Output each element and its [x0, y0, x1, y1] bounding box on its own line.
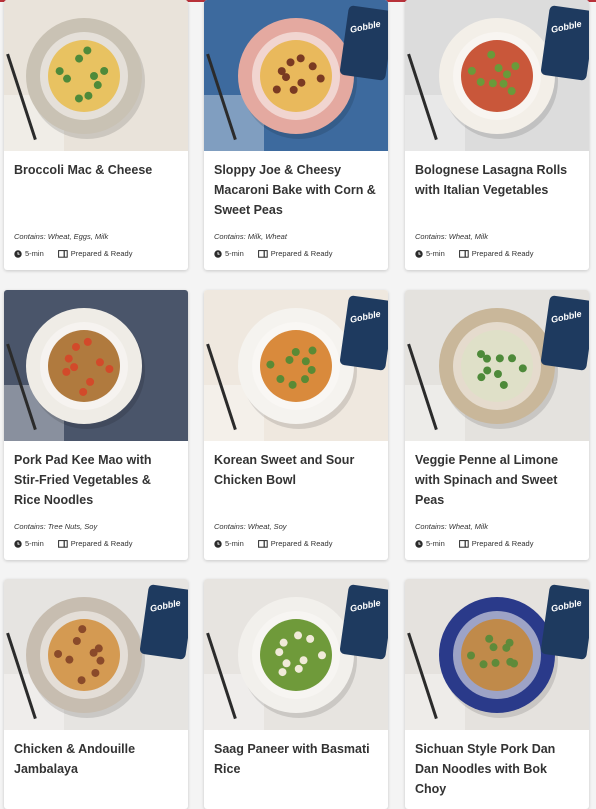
clock-icon [214, 249, 222, 258]
meal-photo: Gobble [204, 0, 388, 151]
meal-box-icon [458, 249, 469, 258]
meal-meta: 5-min Prepared & Ready [415, 249, 533, 258]
meal-card[interactable]: Broccoli Mac & Cheese Contains: Wheat, Eg… [4, 0, 188, 270]
meal-box-icon [57, 249, 68, 258]
cook-time: 5-min [426, 539, 445, 548]
meal-card[interactable]: Pork Pad Kee Mao with Stir-Fried Vegetab… [4, 290, 188, 560]
meal-title[interactable]: Sloppy Joe & Cheesy Macaroni Bake with C… [214, 160, 378, 220]
meal-card[interactable]: Gobble Sloppy Joe & Cheesy Macaroni Bake … [204, 0, 388, 270]
prep-tag: Prepared & Ready [270, 249, 333, 258]
cook-time: 5-min [225, 539, 244, 548]
clock-icon [415, 249, 423, 258]
clock-icon [14, 249, 22, 258]
prep-tag: Prepared & Ready [471, 249, 534, 258]
cook-time: 5-min [25, 539, 44, 548]
prep-tag: Prepared & Ready [70, 539, 133, 548]
allergen-text: Contains: Wheat, Milk [415, 522, 488, 531]
meal-card[interactable]: Gobble Saag Paneer with Basmati Rice [204, 579, 388, 809]
meal-card[interactable]: Gobble Sichuan Style Pork Dan Dan Noodles… [405, 579, 589, 809]
prep-tag: Prepared & Ready [471, 539, 534, 548]
meal-title[interactable]: Veggie Penne al Limone with Spinach and … [415, 450, 579, 510]
allergen-text: Contains: Milk, Wheat [214, 232, 287, 241]
clock-icon [214, 539, 222, 548]
allergen-text: Contains: Tree Nuts, Soy [14, 522, 98, 531]
meal-title[interactable]: Broccoli Mac & Cheese [14, 160, 178, 180]
meal-photo: Gobble [4, 579, 188, 730]
meal-photo [4, 0, 188, 151]
meal-meta: 5-min Prepared & Ready [214, 539, 332, 548]
meal-card[interactable]: Gobble Chicken & Andouille Jambalaya [4, 579, 188, 809]
allergen-text: Contains: Wheat, Eggs, Milk [14, 232, 109, 241]
meal-title[interactable]: Pork Pad Kee Mao with Stir-Fried Vegetab… [14, 450, 178, 510]
meal-photo: Gobble [405, 0, 589, 151]
meal-title[interactable]: Bolognese Lasagna Rolls with Italian Veg… [415, 160, 579, 200]
meal-photo: Gobble [405, 290, 589, 441]
prep-tag: Prepared & Ready [270, 539, 333, 548]
meal-meta: 5-min Prepared & Ready [14, 249, 132, 258]
meal-meta: 5-min Prepared & Ready [14, 539, 132, 548]
meal-card[interactable]: Gobble Bolognese Lasagna Rolls with Itali… [405, 0, 589, 270]
meal-photo: Gobble [204, 290, 388, 441]
cook-time: 5-min [426, 249, 445, 258]
meal-title[interactable]: Sichuan Style Pork Dan Dan Noodles with … [415, 739, 579, 799]
meal-card[interactable]: Gobble Veggie Penne al Limone with Spinac… [405, 290, 589, 560]
meal-card[interactable]: Gobble Korean Sweet and Sour Chicken Bowl… [204, 290, 388, 560]
meal-meta: 5-min Prepared & Ready [415, 539, 533, 548]
allergen-text: Contains: Wheat, Soy [214, 522, 287, 531]
allergen-text: Contains: Wheat, Milk [415, 232, 488, 241]
meal-box-icon [257, 539, 268, 548]
meal-box-icon [257, 249, 268, 258]
meal-photo: Gobble [204, 579, 388, 730]
meal-title[interactable]: Saag Paneer with Basmati Rice [214, 739, 378, 779]
meal-photo: Gobble [405, 579, 589, 730]
meal-title[interactable]: Korean Sweet and Sour Chicken Bowl [214, 450, 378, 490]
meal-title[interactable]: Chicken & Andouille Jambalaya [14, 739, 178, 779]
clock-icon [415, 539, 423, 548]
meal-box-icon [458, 539, 469, 548]
cook-time: 5-min [25, 249, 44, 258]
meal-photo [4, 290, 188, 441]
prep-tag: Prepared & Ready [70, 249, 133, 258]
meal-box-icon [57, 539, 68, 548]
meal-meta: 5-min Prepared & Ready [214, 249, 332, 258]
clock-icon [14, 539, 22, 548]
cook-time: 5-min [225, 249, 244, 258]
meal-grid: Broccoli Mac & Cheese Contains: Wheat, Eg… [0, 0, 596, 809]
